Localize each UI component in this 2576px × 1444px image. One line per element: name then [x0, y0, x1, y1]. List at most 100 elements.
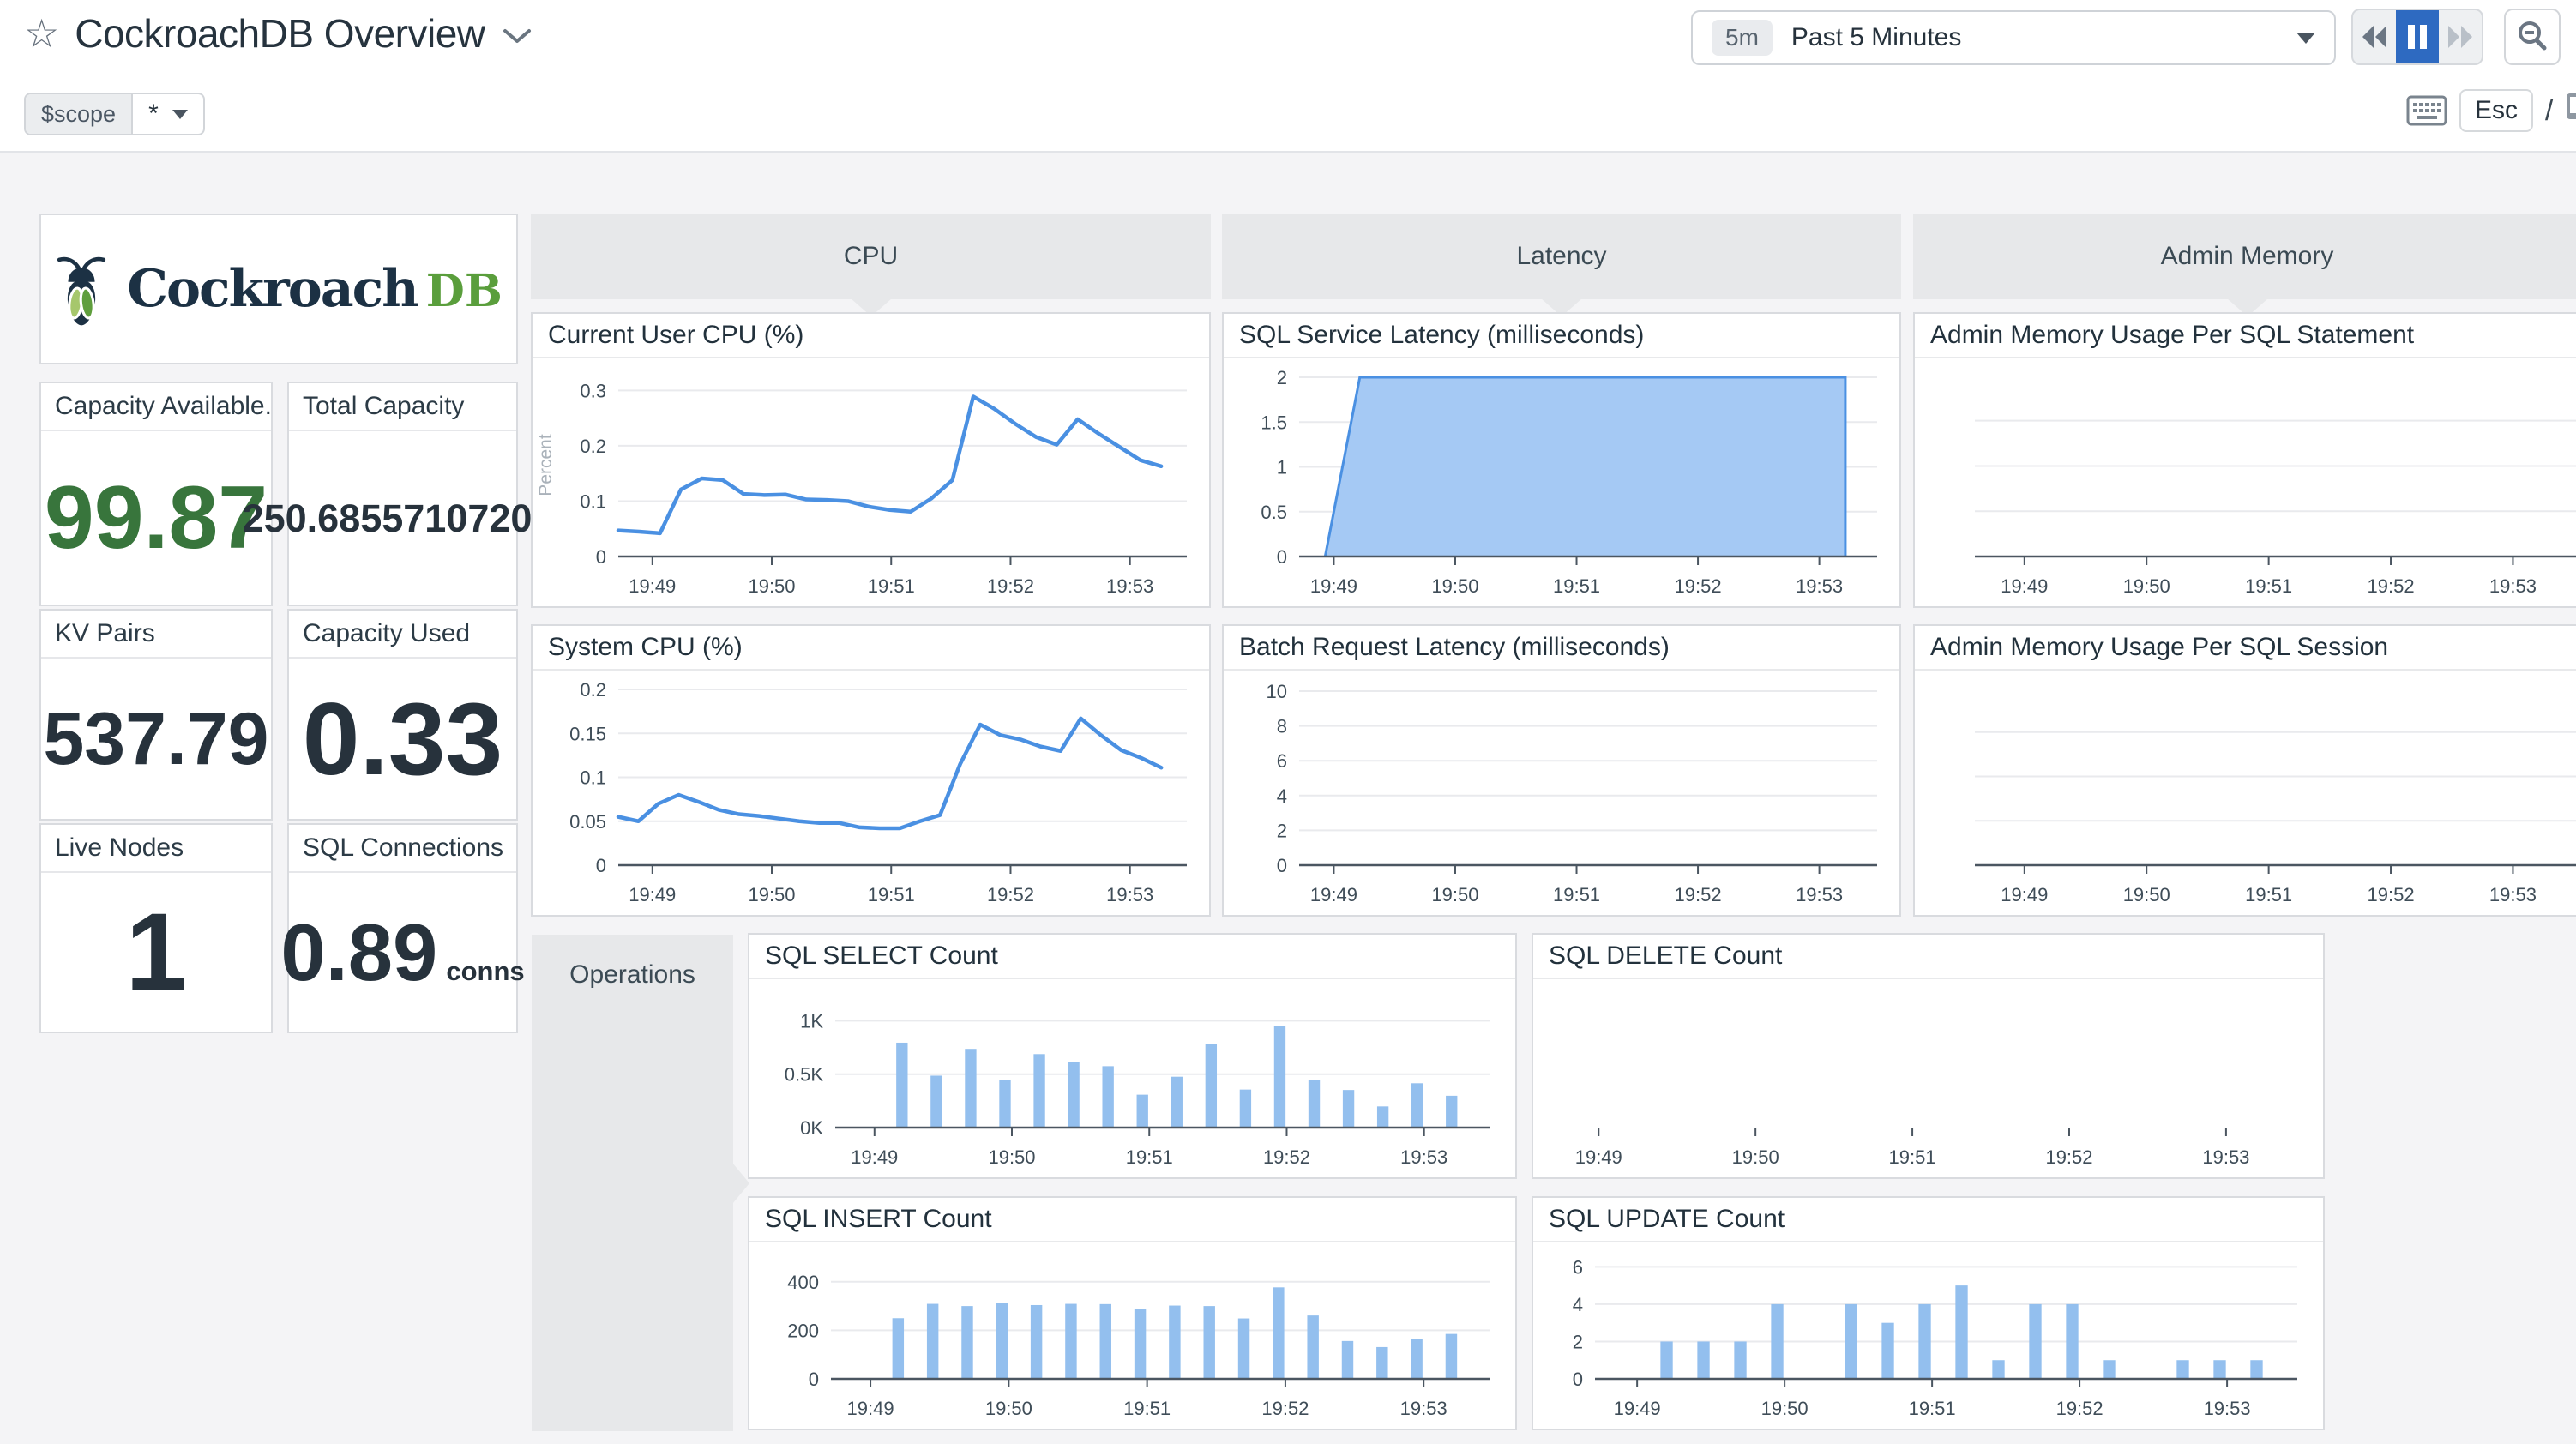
stat-card-kv-pairs[interactable]: KV Pairs 537.79	[39, 609, 273, 821]
stat-card-total-capacity[interactable]: Total Capacity 250.6855710720 GB	[243, 382, 563, 606]
svg-text:0.2: 0.2	[580, 679, 606, 701]
pause-button[interactable]	[2396, 10, 2439, 63]
group-header-admin-memory: Admin Memory	[1913, 214, 2576, 316]
time-range-picker[interactable]: 5m Past 5 Minutes	[1691, 10, 2336, 65]
chart-card-sql-select-count: SQL SELECT Count 0K 0.5K 1K 19:49 19:50 19:51…	[748, 933, 1517, 1179]
stat-card-capacity-used[interactable]: Capacity Used 0.33	[287, 609, 518, 821]
svg-text:19:51: 19:51	[868, 575, 915, 597]
logo-wordmark: Cockroach	[127, 259, 419, 319]
svg-text:4: 4	[1573, 1294, 1583, 1315]
scope-value-dropdown[interactable]: *	[133, 94, 203, 134]
playback-controls	[2351, 9, 2483, 65]
stat-title: Total Capacity	[289, 383, 516, 431]
svg-text:0.05: 0.05	[569, 811, 606, 833]
svg-text:19:52: 19:52	[2045, 1146, 2092, 1168]
rewind-button[interactable]	[2353, 10, 2396, 63]
chart-card-batch-request-latency: Batch Request Latency (milliseconds) 0 2 4…	[1222, 624, 1901, 917]
svg-text:19:50: 19:50	[2123, 884, 2170, 906]
svg-text:0: 0	[809, 1369, 819, 1390]
svg-text:0: 0	[596, 855, 606, 876]
stat-card-capacity-available[interactable]: Capacity Available... 99.87	[39, 382, 273, 606]
cockroachdb-logo-card: Cockroach DB	[39, 214, 518, 364]
stat-card-live-nodes[interactable]: Live Nodes 1	[39, 823, 273, 1033]
keyboard-icon[interactable]	[2406, 95, 2447, 126]
svg-text:6: 6	[1277, 750, 1287, 772]
svg-text:0.15: 0.15	[569, 723, 606, 744]
title-chevron-down-icon[interactable]	[501, 27, 533, 47]
svg-text:2: 2	[1277, 820, 1287, 841]
chart-title: SQL DELETE Count	[1533, 935, 2323, 979]
svg-text:19:51: 19:51	[2245, 884, 2292, 906]
chart-title: Batch Request Latency (milliseconds)	[1224, 626, 1899, 671]
chart-card-sql-service-latency: SQL Service Latency (milliseconds) 0 0.5 1…	[1222, 312, 1901, 608]
slash-separator: /	[2545, 93, 2554, 127]
svg-text:19:52: 19:52	[1263, 1146, 1310, 1168]
svg-text:19:49: 19:49	[1310, 884, 1357, 906]
svg-text:19:51: 19:51	[1909, 1398, 1956, 1419]
svg-text:19:49: 19:49	[629, 884, 676, 906]
svg-text:1: 1	[1277, 457, 1287, 478]
svg-text:19:49: 19:49	[1614, 1398, 1661, 1419]
scope-caret-icon	[172, 109, 188, 119]
svg-text:0: 0	[596, 546, 606, 568]
svg-text:19:53: 19:53	[1106, 575, 1153, 597]
svg-text:19:49: 19:49	[1310, 575, 1357, 597]
svg-text:19:49: 19:49	[847, 1398, 894, 1419]
chart-card-sql-delete-count: SQL DELETE Count 19:49 19:50 19:51 19:52 19:…	[1532, 933, 2325, 1179]
chart-title: SQL UPDATE Count	[1533, 1198, 2323, 1242]
svg-text:19:50: 19:50	[985, 1398, 1032, 1419]
cockroachdb-bug-icon	[55, 250, 108, 328]
stat-title: KV Pairs	[41, 611, 271, 659]
svg-text:1.5: 1.5	[1261, 412, 1287, 433]
svg-text:19:53: 19:53	[1796, 884, 1843, 906]
svg-text:0.1: 0.1	[580, 767, 606, 789]
chart-plot-batch-request-latency[interactable]: 0 2 4 6 8 10 19:49 19:50 19:51 19:52 19:53	[1224, 672, 1899, 915]
chart-plot-admin-memory-statement[interactable]: 19:49 19:50 19:51 19:52 19:53	[1915, 360, 2576, 606]
page-title: CockroachDB Overview	[75, 11, 485, 56]
chart-card-admin-memory-statement: Admin Memory Usage Per SQL Statement 19:…	[1913, 312, 2576, 608]
chart-plot-sql-select-count[interactable]: 0K 0.5K 1K 19:49 19:50 19:51 19:52 19:53	[749, 981, 1515, 1177]
time-range-caret-icon	[2296, 32, 2315, 44]
svg-text:19:52: 19:52	[987, 884, 1034, 906]
group-header-operations: Operations	[532, 935, 749, 1431]
svg-text:19:49: 19:49	[2001, 575, 2048, 597]
group-header-latency: Latency	[1222, 214, 1901, 316]
chart-plot-admin-memory-session[interactable]: 19:49 19:50 19:51 19:52 19:53	[1915, 672, 2576, 915]
svg-text:19:51: 19:51	[1123, 1398, 1171, 1419]
svg-text:19:53: 19:53	[1106, 884, 1153, 906]
group-label: Operations	[569, 960, 695, 989]
stat-value: 0.89	[280, 906, 438, 997]
chart-plot-sql-delete-count[interactable]: 19:49 19:50 19:51 19:52 19:53	[1533, 981, 2323, 1177]
svg-text:19:52: 19:52	[2056, 1398, 2104, 1419]
svg-text:0: 0	[1573, 1369, 1583, 1390]
chart-plot-current-user-cpu[interactable]: 0 0.1 0.2 0.3 19:49 19:50 19:51 19:52 19:53 Perce…	[533, 360, 1209, 606]
chart-card-system-cpu: System CPU (%) 0 0.05 0.1 0.15 0.2 19:49 19:50…	[531, 624, 1211, 917]
svg-text:19:50: 19:50	[1431, 884, 1478, 906]
svg-text:19:51: 19:51	[1553, 575, 1600, 597]
svg-text:19:52: 19:52	[2368, 884, 2415, 906]
svg-text:19:53: 19:53	[2204, 1398, 2251, 1419]
presentation-display-icon[interactable]	[2565, 92, 2576, 129]
svg-text:19:51: 19:51	[1553, 884, 1600, 906]
chart-plot-system-cpu[interactable]: 0 0.05 0.1 0.15 0.2 19:49 19:50 19:51 19:52 19:53	[533, 672, 1209, 915]
zoom-out-button[interactable]	[2504, 9, 2561, 65]
chart-title: System CPU (%)	[533, 626, 1209, 671]
template-variable-scope: $scope *	[24, 93, 205, 135]
fast-forward-button[interactable]	[2439, 10, 2482, 63]
esc-key-button[interactable]: Esc	[2459, 89, 2534, 132]
stat-title: Capacity Used	[289, 611, 516, 659]
chart-card-sql-insert-count: SQL INSERT Count 0 200 400 19:49 19:50 19:51 1…	[748, 1196, 1517, 1430]
svg-text:19:50: 19:50	[748, 884, 795, 906]
svg-text:19:50: 19:50	[1761, 1398, 1809, 1419]
chart-plot-sql-service-latency[interactable]: 0 0.5 1 1.5 2 19:49 19:50 19:51 19:52 19:53	[1224, 360, 1899, 606]
svg-text:19:53: 19:53	[1400, 1398, 1447, 1419]
shortcut-cluster: Esc /	[2406, 89, 2576, 132]
stat-card-sql-connections[interactable]: SQL Connections 0.89 conns	[280, 823, 525, 1033]
group-header-cpu: CPU	[531, 214, 1211, 316]
chart-plot-sql-update-count[interactable]: 0 2 4 6 19:49 19:50 19:51 19:52 19:53	[1533, 1244, 2323, 1429]
scope-label: $scope	[26, 94, 134, 134]
chart-plot-sql-insert-count[interactable]: 0 200 400 19:49 19:50 19:51 19:52 19:53	[749, 1244, 1515, 1429]
chart-card-current-user-cpu: Current User CPU (%) 0 0.1 0.2 0.3 19:49 19:5…	[531, 312, 1211, 608]
stat-value: 99.87	[44, 468, 268, 568]
favorite-star-icon[interactable]: ☆	[24, 14, 59, 53]
